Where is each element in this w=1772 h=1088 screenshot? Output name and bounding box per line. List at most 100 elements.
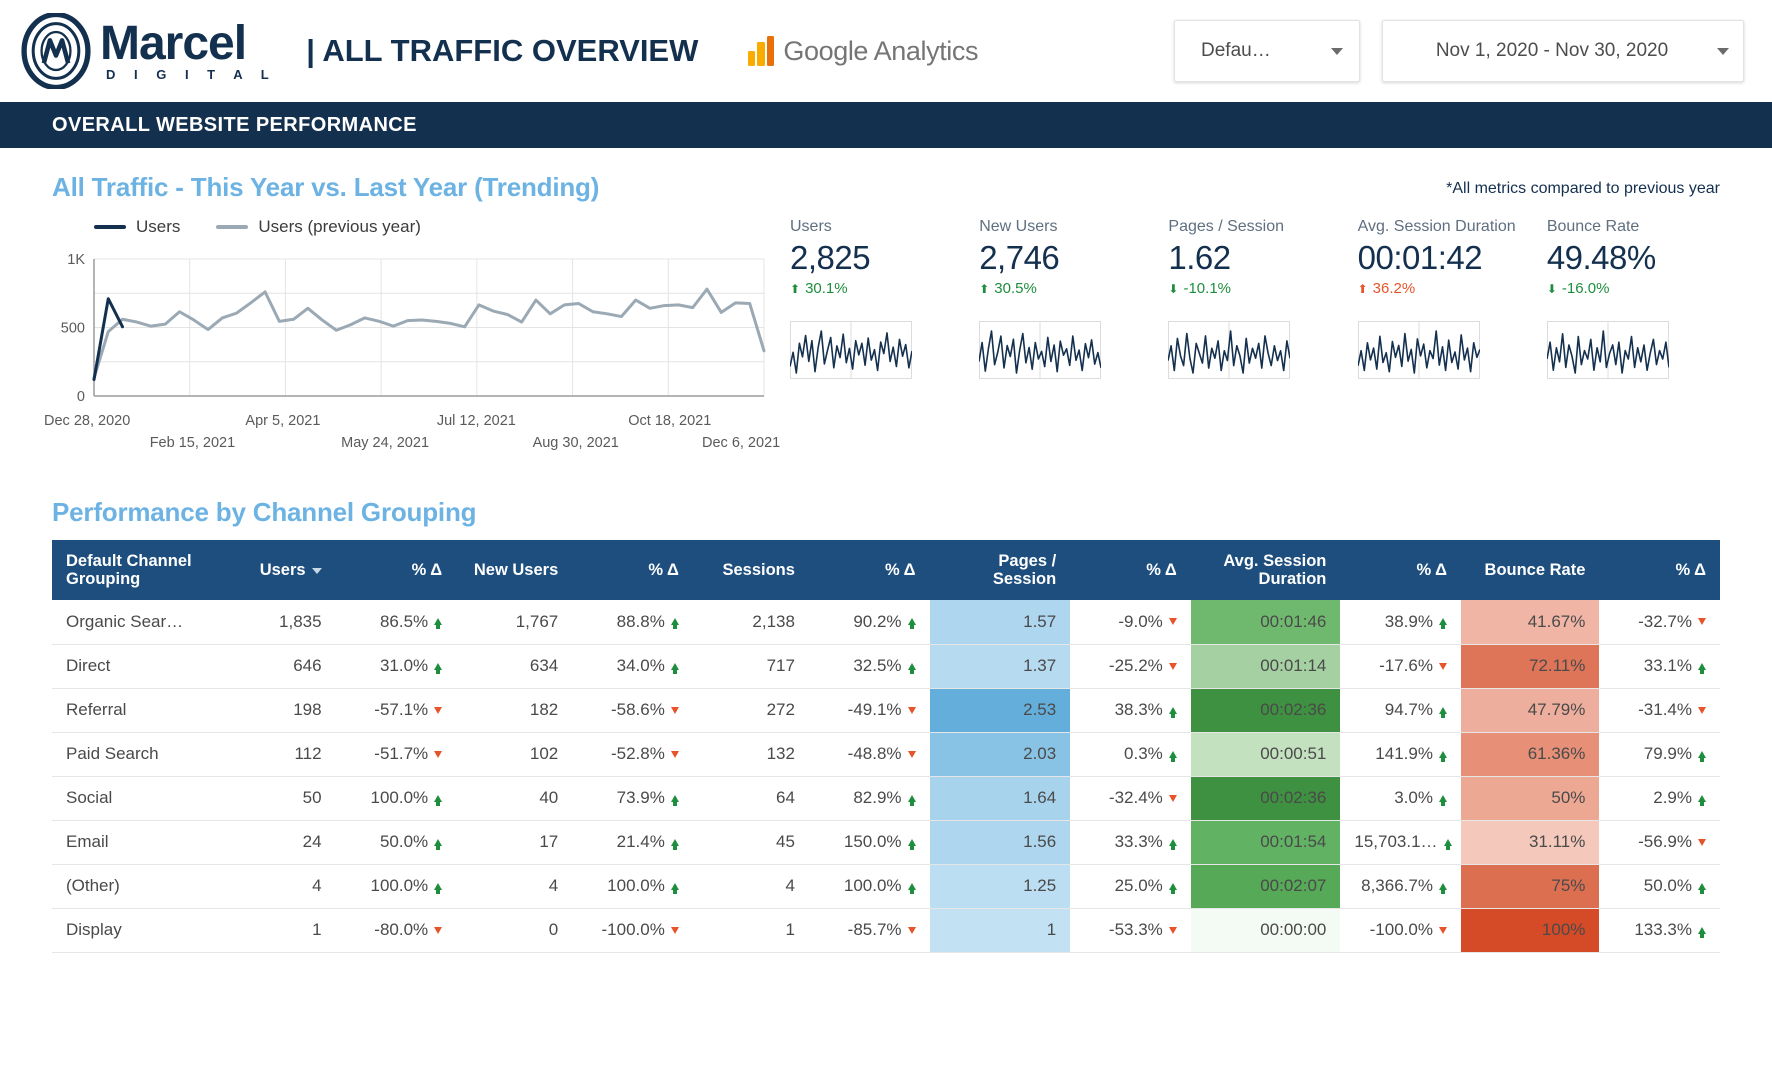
- arrow-up-icon: [434, 618, 442, 625]
- date-range-selector[interactable]: Nov 1, 2020 - Nov 30, 2020: [1382, 20, 1744, 82]
- arrow-up-icon: [1439, 618, 1447, 625]
- arrow-up-icon: [908, 883, 916, 890]
- column-header-new-users[interactable]: New Users: [456, 540, 572, 600]
- cell-new-users: 4: [456, 864, 572, 908]
- arrow-down-icon: [671, 707, 679, 714]
- cell-sessions: 45: [693, 820, 809, 864]
- delta-text: 8,366.7%: [1361, 876, 1433, 896]
- delta-value: 79.9%: [1644, 744, 1706, 764]
- delta-text: 90.2%: [853, 612, 901, 632]
- cell-avg-session-duration: 00:00:51: [1191, 732, 1341, 776]
- delta-value: -25.2%: [1109, 656, 1177, 676]
- arrow-up-icon: [908, 839, 916, 846]
- column-header-pages-per-session-delta[interactable]: % Δ: [1070, 540, 1191, 600]
- delta-value: -31.4%: [1638, 700, 1706, 720]
- delta-value: 133.3%: [1634, 920, 1706, 940]
- arrow-up-icon: [434, 795, 442, 802]
- column-header-sessions-delta[interactable]: % Δ: [809, 540, 930, 600]
- legend-item-users-previous-year[interactable]: Users (previous year): [216, 217, 421, 237]
- cell-pages-per-session: 2.03: [930, 732, 1071, 776]
- table-row[interactable]: Social50100.0%4073.9%6482.9%1.64-32.4%00…: [52, 776, 1720, 820]
- arrow-up-icon: [1698, 751, 1706, 758]
- arrow-down-icon: [434, 751, 442, 758]
- column-header-default-channel-grouping[interactable]: Default Channel Grouping: [52, 540, 219, 600]
- cell-pages-per-session: 1: [930, 908, 1071, 952]
- column-header-bounce-rate-delta[interactable]: % Δ: [1599, 540, 1720, 600]
- cell-avg-session-duration: 00:02:36: [1191, 776, 1341, 820]
- kpi-delta-value: -10.1%: [1183, 279, 1231, 299]
- table-row[interactable]: Paid Search112-51.7%102-52.8%132-48.8%2.…: [52, 732, 1720, 776]
- delta-text: 88.8%: [617, 612, 665, 632]
- cell-channel-name: Email: [52, 820, 219, 864]
- kpi-label: Avg. Session Duration: [1358, 217, 1535, 237]
- table-row[interactable]: Email2450.0%1721.4%45150.0%1.5633.3%00:0…: [52, 820, 1720, 864]
- kpi-delta-value: 36.2%: [1373, 279, 1416, 299]
- delta-value: 90.2%: [853, 612, 915, 632]
- brand-logo: Marcel D I G I T A L: [18, 13, 276, 89]
- kpi-label: Bounce Rate: [1547, 217, 1724, 237]
- arrow-up-icon: ⬆: [979, 283, 989, 296]
- delta-text: -58.6%: [611, 700, 665, 720]
- column-header-users[interactable]: Users: [219, 540, 335, 600]
- cell-sessions: 4: [693, 864, 809, 908]
- page-title: | ALL TRAFFIC OVERVIEW: [306, 33, 698, 69]
- google-analytics-badge: Google Analytics: [748, 36, 978, 67]
- table-row[interactable]: Display1-80.0%0-100.0%1-85.7%1-53.3%00:0…: [52, 908, 1720, 952]
- cell-sessions: 132: [693, 732, 809, 776]
- delta-value: -57.1%: [374, 700, 442, 720]
- line-chart-svg: 05001K: [36, 251, 776, 426]
- x-tick-label: Oct 18, 2021: [628, 413, 711, 429]
- delta-value: 100.0%: [370, 788, 442, 808]
- cell-bounce-rate: 100%: [1461, 908, 1599, 952]
- delta-value: -49.1%: [848, 700, 916, 720]
- delta-value: 100.0%: [370, 876, 442, 896]
- delta-value: -56.9%: [1638, 832, 1706, 852]
- cell-pages-per-session: 1.25: [930, 864, 1071, 908]
- column-header-sessions[interactable]: Sessions: [693, 540, 809, 600]
- arrow-up-icon: ⬆: [1358, 283, 1368, 296]
- delta-text: 0.3%: [1124, 744, 1163, 764]
- kpi-sparkline: [979, 321, 1156, 383]
- x-tick-label: Feb 15, 2021: [150, 435, 235, 451]
- table-row[interactable]: Organic Sear…1,83586.5%1,76788.8%2,13890…: [52, 600, 1720, 644]
- google-analytics-icon: [748, 36, 774, 66]
- channel-section-title: Performance by Channel Grouping: [52, 497, 1720, 528]
- marcel-logo-icon: [18, 13, 94, 89]
- delta-text: 150.0%: [844, 832, 902, 852]
- cell-new-users: 0: [456, 908, 572, 952]
- table-row[interactable]: Direct64631.0%63434.0%71732.5%1.37-25.2%…: [52, 644, 1720, 688]
- arrow-down-icon: [908, 707, 916, 714]
- delta-text: -100.0%: [602, 920, 665, 940]
- delta-value: 15,703.1…: [1354, 832, 1451, 852]
- property-selector-label: Defau…: [1201, 40, 1271, 62]
- legend-swatch-users: [94, 225, 126, 229]
- kpi-value: 00:01:42: [1358, 237, 1535, 279]
- cell-channel-name: Referral: [52, 688, 219, 732]
- delta-text: 2.9%: [1653, 788, 1692, 808]
- delta-text: 133.3%: [1634, 920, 1692, 940]
- delta-value: -32.7%: [1638, 612, 1706, 632]
- column-header-new-users-delta[interactable]: % Δ: [572, 540, 693, 600]
- column-header-bounce-rate[interactable]: Bounce Rate: [1461, 540, 1599, 600]
- google-analytics-label: Google Analytics: [783, 36, 978, 67]
- chart-plot-area: 05001K: [36, 251, 776, 411]
- cell-avg-session-duration: 00:01:14: [1191, 644, 1341, 688]
- section-bar-overall-performance: OVERALL WEBSITE PERFORMANCE: [0, 102, 1772, 148]
- column-header-users-delta[interactable]: % Δ: [336, 540, 457, 600]
- kpi-card-users: Users2,825⬆30.1%: [790, 217, 979, 463]
- column-header-avg-session-duration-delta[interactable]: % Δ: [1340, 540, 1461, 600]
- arrow-up-icon: [434, 839, 442, 846]
- arrow-up-icon: [1439, 795, 1447, 802]
- kpi-value: 2,746: [979, 237, 1156, 279]
- chevron-down-icon: [1717, 48, 1729, 55]
- delta-value: 38.3%: [1115, 700, 1177, 720]
- table-row[interactable]: (Other)4100.0%4100.0%4100.0%1.2525.0%00:…: [52, 864, 1720, 908]
- arrow-down-icon: [1169, 618, 1177, 625]
- legend-item-users[interactable]: Users: [94, 217, 180, 237]
- overview-panel-row: Users Users (previous year) 05001K Dec 2…: [36, 217, 1736, 463]
- property-selector[interactable]: Defau…: [1174, 20, 1360, 82]
- table-row[interactable]: Referral198-57.1%182-58.6%272-49.1%2.533…: [52, 688, 1720, 732]
- column-header-avg-session-duration[interactable]: Avg. Session Duration: [1191, 540, 1341, 600]
- delta-value: 0.3%: [1124, 744, 1177, 764]
- column-header-pages-per-session[interactable]: Pages / Session: [930, 540, 1071, 600]
